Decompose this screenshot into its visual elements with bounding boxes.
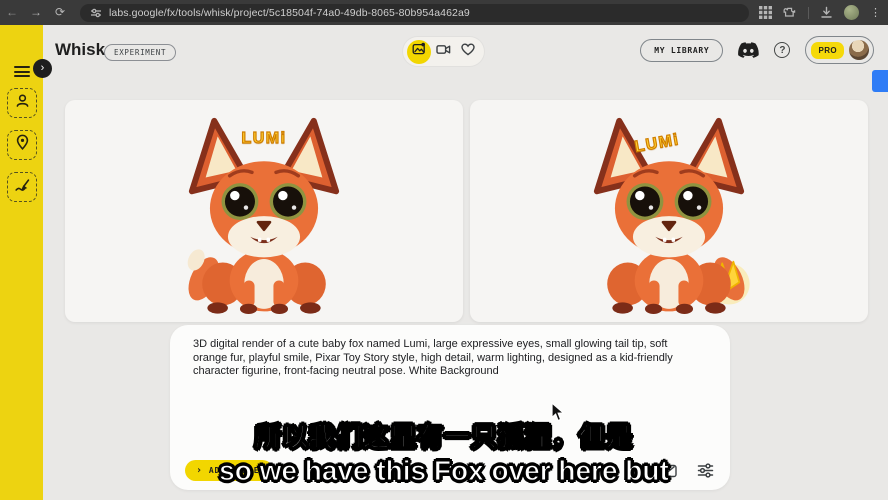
heart-icon: [461, 43, 475, 61]
image-mode-button[interactable]: [407, 40, 431, 64]
mode-switcher: [403, 37, 484, 66]
sidebar-item-subject[interactable]: [7, 88, 37, 118]
page-title: Whisk: [55, 40, 105, 60]
whisk-app-page: ← → ⟳ labs.google/fx/tools/whisk/project…: [0, 0, 888, 500]
image-icon: [412, 42, 426, 61]
person-icon: [13, 91, 32, 115]
forward-icon[interactable]: →: [24, 0, 48, 25]
discord-icon[interactable]: [738, 42, 759, 58]
toolbar-divider: [808, 7, 809, 19]
back-icon[interactable]: ←: [0, 0, 24, 25]
my-library-button[interactable]: MY LIBRARY: [640, 39, 723, 62]
sidebar-item-style[interactable]: [7, 172, 37, 202]
pro-badge: PRO: [811, 42, 844, 59]
tab-groups-icon[interactable]: [759, 6, 772, 19]
browser-toolbar: ← → ⟳ labs.google/fx/tools/whisk/project…: [0, 0, 888, 25]
menu-hamburger-icon[interactable]: [14, 66, 30, 77]
location-pin-icon: [13, 133, 32, 157]
generated-image-left[interactable]: LUMi: [65, 100, 463, 322]
user-avatar: [849, 40, 869, 60]
mouse-cursor: [551, 402, 565, 427]
browser-profile-avatar[interactable]: [844, 5, 859, 20]
downloads-icon[interactable]: [820, 6, 833, 19]
sidebar-expand-button[interactable]: ›: [33, 59, 52, 78]
site-info-icon[interactable]: [90, 7, 102, 19]
extensions-icon[interactable]: [783, 6, 797, 20]
account-button[interactable]: PRO: [805, 36, 874, 64]
browser-menu-icon[interactable]: ⋮: [870, 6, 881, 19]
fox-name-text: LUMi: [65, 130, 463, 148]
subtitle-english: so we have this Fox over here but: [0, 455, 888, 487]
videocam-icon: [436, 43, 451, 61]
address-bar[interactable]: labs.google/fx/tools/whisk/project/5c185…: [80, 4, 749, 22]
header-actions: MY LIBRARY ? PRO: [640, 36, 874, 64]
subtitle-chinese: 所以我们这里有一只狐狸，但是: [0, 417, 888, 454]
sidebar-item-scene[interactable]: [7, 130, 37, 160]
help-icon[interactable]: ?: [774, 42, 790, 58]
prompt-text[interactable]: 3D digital render of a cute baby fox nam…: [193, 338, 704, 379]
generated-image-right[interactable]: LUMi: [470, 100, 868, 322]
favorites-button[interactable]: [456, 40, 480, 64]
experiment-badge: EXPERIMENT: [104, 44, 176, 61]
browser-actions: ⋮: [759, 5, 888, 20]
blue-edge-tab[interactable]: [872, 70, 888, 92]
style-pen-icon: [13, 175, 32, 199]
reload-icon[interactable]: ⟳: [48, 0, 72, 25]
video-mode-button[interactable]: [432, 40, 456, 64]
url-text[interactable]: labs.google/fx/tools/whisk/project/5c185…: [109, 7, 470, 19]
